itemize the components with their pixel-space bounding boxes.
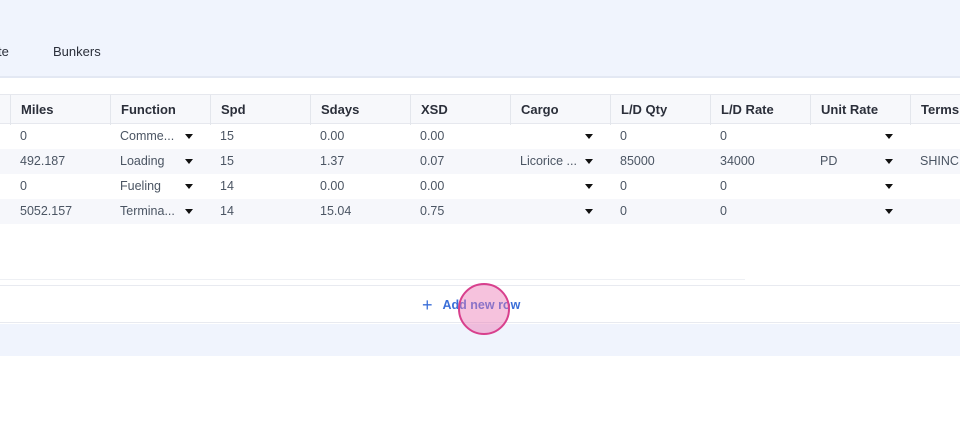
column-header-ld-rate[interactable]: L/D Rate (710, 95, 811, 125)
column-header-xsd[interactable]: XSD (410, 95, 511, 125)
cell-xsd[interactable]: 0.07 (410, 149, 510, 174)
column-header-sdays[interactable]: Sdays (310, 95, 411, 125)
cell-ld-rate[interactable]: 0 (710, 124, 810, 149)
column-header-miles[interactable]: Miles (10, 95, 111, 125)
cell-xsd[interactable]: 0.00 (410, 124, 510, 149)
cell-miles[interactable]: 492.187 (10, 149, 110, 174)
column-header-ld-qty[interactable]: L/D Qty (610, 95, 711, 125)
cargo-dropdown-icon[interactable] (585, 159, 593, 164)
top-tab-band: te Bunkers (0, 0, 960, 78)
cell-spd[interactable]: 14 (210, 199, 310, 224)
unit-rate-dropdown-icon[interactable] (885, 184, 893, 189)
column-header-terms[interactable]: Terms (910, 95, 960, 125)
cell-ld-rate[interactable]: 0 (710, 199, 810, 224)
cell-terms[interactable]: SHINC (910, 149, 960, 174)
tab-truncated[interactable]: te (0, 44, 9, 59)
unit-rate-dropdown-icon[interactable] (885, 134, 893, 139)
cargo-dropdown-icon[interactable] (585, 209, 593, 214)
cell-function[interactable]: Fueling (110, 174, 176, 199)
cell-unit-rate[interactable] (810, 174, 876, 199)
add-new-row-button[interactable]: + Add new row (422, 295, 520, 315)
cell-unit-rate[interactable] (810, 124, 876, 149)
cell-sdays[interactable]: 1.37 (310, 149, 410, 174)
cell-ld-qty[interactable]: 85000 (610, 149, 710, 174)
function-dropdown-icon[interactable] (185, 184, 193, 189)
unit-rate-dropdown-icon[interactable] (885, 209, 893, 214)
itinerary-grid: Miles Function Spd Sdays XSD Cargo L/D Q… (0, 94, 960, 224)
footer-band (0, 324, 960, 356)
cell-terms[interactable] (910, 199, 960, 224)
cell-ld-qty[interactable]: 0 (610, 174, 710, 199)
cell-unit-rate[interactable]: PD (810, 149, 876, 174)
cell-ld-rate[interactable]: 34000 (710, 149, 810, 174)
cell-sdays[interactable]: 0.00 (310, 124, 410, 149)
add-new-row-label: Add new row (442, 298, 521, 312)
cargo-dropdown-icon[interactable] (585, 134, 593, 139)
cell-sdays[interactable]: 15.04 (310, 199, 410, 224)
cell-xsd[interactable]: 0.75 (410, 199, 510, 224)
function-dropdown-icon[interactable] (185, 134, 193, 139)
cell-ld-rate[interactable]: 0 (710, 174, 810, 199)
cell-cargo[interactable] (510, 174, 576, 199)
cell-miles[interactable]: 5052.157 (10, 199, 110, 224)
function-dropdown-icon[interactable] (185, 159, 193, 164)
tab-bunkers[interactable]: Bunkers (53, 44, 101, 59)
cell-function[interactable]: Termina... (110, 199, 176, 224)
column-header-cargo[interactable]: Cargo (510, 95, 611, 125)
unit-rate-dropdown-icon[interactable] (885, 159, 893, 164)
cell-spd[interactable]: 15 (210, 149, 310, 174)
column-header-function[interactable]: Function (110, 95, 211, 125)
cell-cargo[interactable] (510, 124, 576, 149)
plus-icon: + (422, 295, 433, 315)
add-row-bar: + Add new row (0, 285, 960, 323)
column-header-unit-rate[interactable]: Unit Rate (810, 95, 911, 125)
cell-miles[interactable]: 0 (10, 174, 110, 199)
cell-ld-qty[interactable]: 0 (610, 199, 710, 224)
table-row[interactable]: 0 Comme... 15 0.00 0.00 0 0 (0, 124, 960, 149)
cell-terms[interactable] (910, 174, 960, 199)
cargo-dropdown-icon[interactable] (585, 184, 593, 189)
cell-sdays[interactable]: 0.00 (310, 174, 410, 199)
cell-function[interactable]: Loading (110, 149, 176, 174)
row-divider (0, 279, 745, 280)
cell-spd[interactable]: 15 (210, 124, 310, 149)
cell-miles[interactable]: 0 (10, 124, 110, 149)
column-header-spd[interactable]: Spd (210, 95, 311, 125)
cell-ld-qty[interactable]: 0 (610, 124, 710, 149)
cell-unit-rate[interactable] (810, 199, 876, 224)
table-row[interactable]: 492.187 Loading 15 1.37 0.07 Licorice ..… (0, 149, 960, 174)
cell-xsd[interactable]: 0.00 (410, 174, 510, 199)
grid-header: Miles Function Spd Sdays XSD Cargo L/D Q… (0, 94, 960, 125)
table-row[interactable]: 0 Fueling 14 0.00 0.00 0 0 (0, 174, 960, 199)
cell-terms[interactable] (910, 124, 960, 149)
function-dropdown-icon[interactable] (185, 209, 193, 214)
cell-cargo[interactable] (510, 199, 576, 224)
cell-spd[interactable]: 14 (210, 174, 310, 199)
cell-function[interactable]: Comme... (110, 124, 176, 149)
table-row[interactable]: 5052.157 Termina... 14 15.04 0.75 0 0 (0, 199, 960, 224)
cell-cargo[interactable]: Licorice ... (510, 149, 576, 174)
